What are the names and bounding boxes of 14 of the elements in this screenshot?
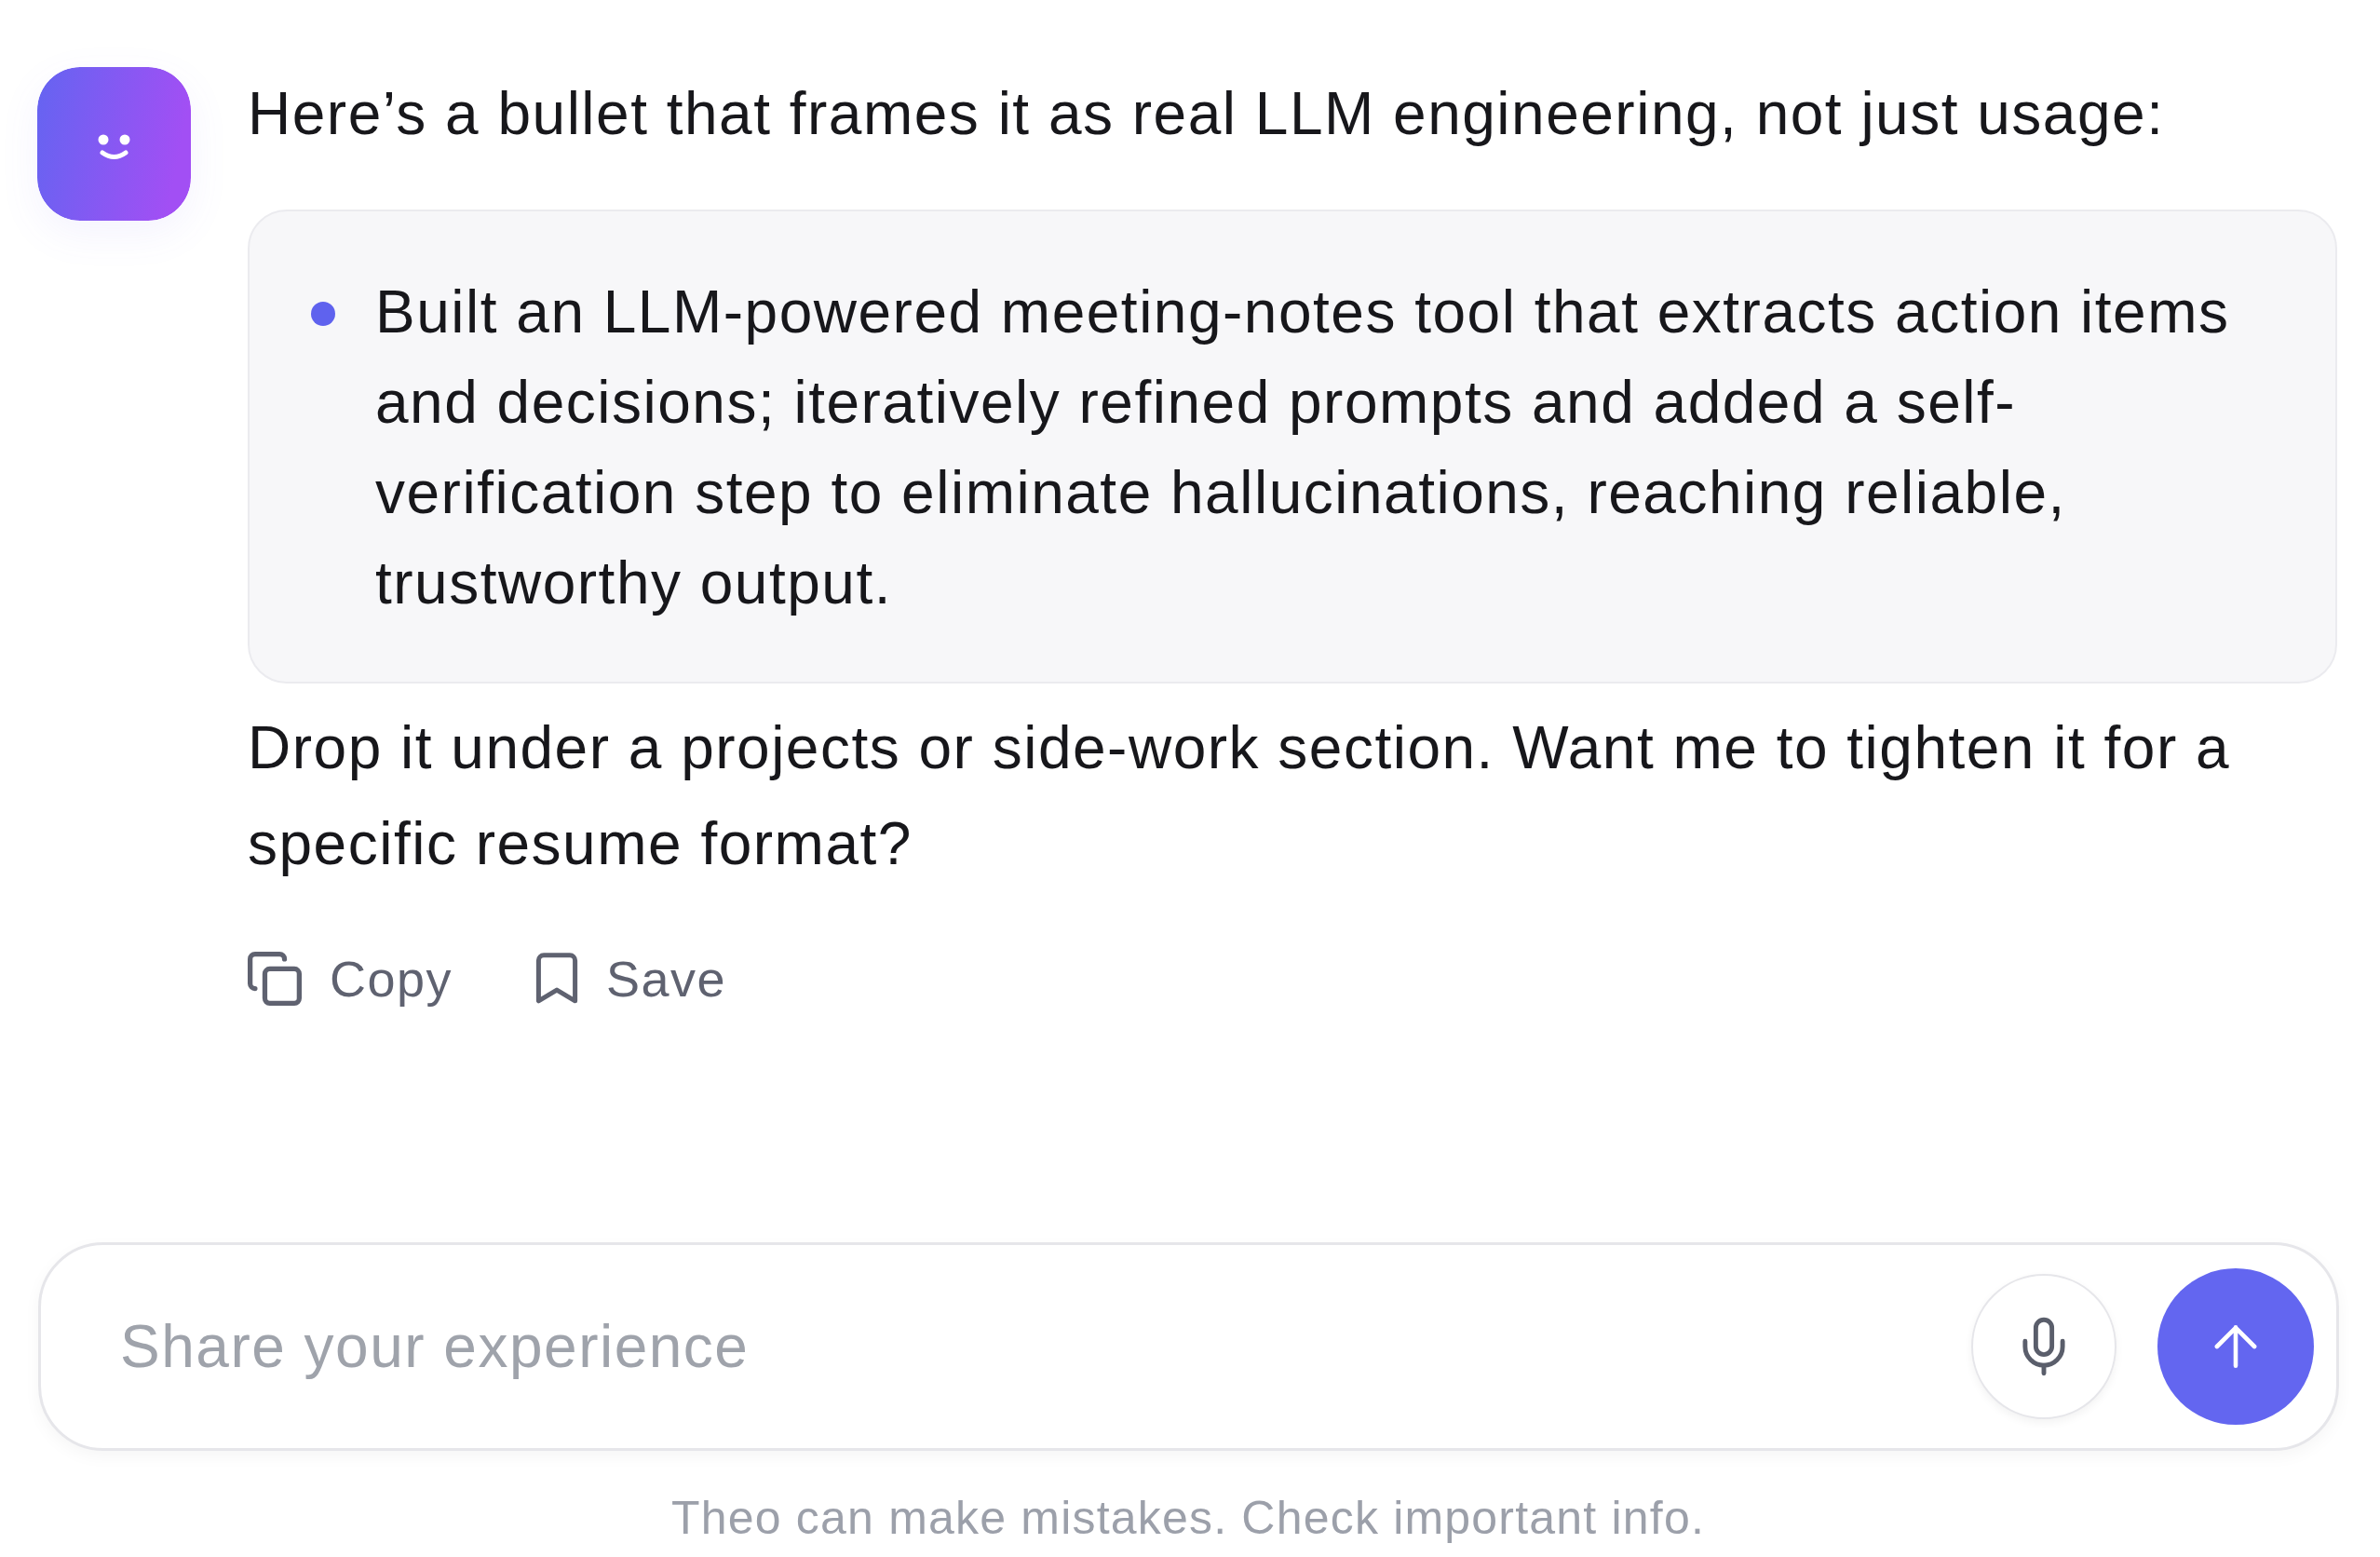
- save-button[interactable]: Save: [535, 950, 727, 1008]
- message-text: Drop it under a projects or side-work section. Want me to tighten it for a specific resume format?: [248, 713, 2232, 879]
- message-input[interactable]: Share your experience: [120, 1309, 1930, 1384]
- arrow-up-icon: [2214, 1325, 2257, 1368]
- bullet-dot-icon: [311, 302, 335, 326]
- message-text: Here’s a bullet that frames it as real LLM engineering, not just usage:: [248, 79, 2165, 149]
- composer-field[interactable]: Share your experience: [38, 1242, 2339, 1451]
- copy-icon: [248, 952, 302, 1006]
- disclaimer-text: Theo can make mistakes. Check important info.: [671, 1491, 1705, 1546]
- bookmark-icon: [535, 953, 579, 1005]
- copy-button[interactable]: Copy: [248, 950, 453, 1008]
- bullet-text: Built an LLM-powered meeting-notes tool that extracts action items and decisions; iteratively refined prompts and added a self-verification step to eliminate hallucinations, reaching reliable, trustworthy output.: [375, 278, 2231, 618]
- smiley-avatar-icon: [37, 67, 191, 221]
- microphone-icon: [2022, 1316, 2065, 1377]
